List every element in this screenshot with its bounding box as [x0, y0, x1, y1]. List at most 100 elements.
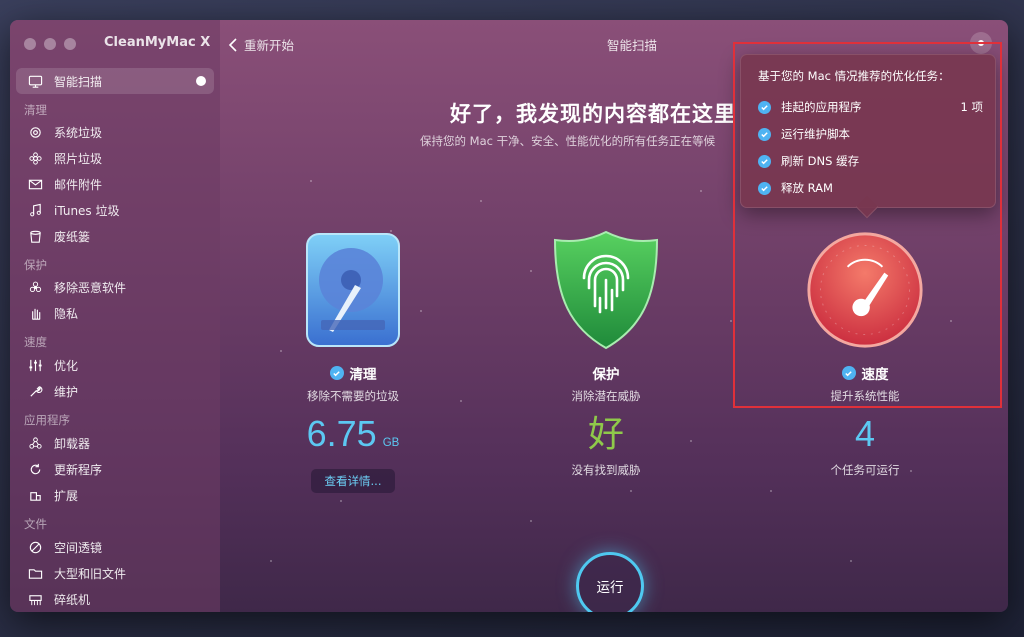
module-protect: 保护 消除潜在威胁 好 没有找到威胁 [516, 225, 696, 478]
sidebar-item-smart-scan[interactable]: 智能扫描 [16, 68, 214, 94]
task-label: 刷新 DNS 缓存 [781, 154, 860, 168]
assistant-dot-icon [978, 40, 984, 46]
sidebar-item-extensions[interactable]: 扩展 [16, 482, 214, 508]
module-title: 保护 [516, 363, 696, 383]
checkmark-icon[interactable] [758, 100, 771, 114]
shredder-icon [26, 590, 44, 608]
section-label-applications: 应用程序 [24, 413, 70, 427]
checkmark-icon[interactable] [758, 154, 771, 168]
sidebar-item-label: iTunes 垃圾 [54, 203, 120, 218]
sidebar-item-label: 移除恶意软件 [54, 280, 127, 295]
page-subline: 保持您的 Mac 干净、安全、性能优化的所有任务正在等候 [420, 134, 716, 148]
sidebar-item-label: 系统垃圾 [54, 125, 103, 140]
window-controls [24, 38, 76, 50]
task-item-flush-dns[interactable]: 刷新 DNS 缓存 [758, 153, 983, 169]
minimize-window-button[interactable] [44, 38, 56, 50]
task-item-maintenance-scripts[interactable]: 运行维护脚本 [758, 126, 983, 142]
sidebar-item-shredder[interactable]: 碎纸机 [16, 586, 214, 612]
junk-size-value: 6.75 [306, 413, 377, 454]
sidebar-item-photo-junk[interactable]: 照片垃圾 [16, 145, 214, 171]
section-label-protect: 保护 [24, 258, 47, 272]
sidebar-item-optimization[interactable]: 优化 [16, 352, 214, 378]
sidebar: CleanMyMac X 智能扫描 清理 系统垃圾 照片垃圾 邮件附件 iTun… [10, 20, 220, 612]
sidebar-item-uninstaller[interactable]: 卸载器 [16, 430, 214, 456]
recommended-tasks-popover: 基于您的 Mac 情况推荐的优化任务： 挂起的应用程序 1 项 运行维护脚本 刷… [740, 54, 996, 219]
extensions-icon [26, 486, 44, 504]
monitor-icon [26, 72, 44, 90]
task-count: 1 项 [960, 100, 983, 114]
flower-icon [26, 149, 44, 167]
sidebar-item-trash[interactable]: 废纸篓 [16, 223, 214, 249]
module-clean: 清理 移除不需要的垃圾 6.75 GB 查看详情... [263, 225, 443, 493]
module-value: 6.75 GB [263, 414, 443, 463]
sidebar-item-label: 智能扫描 [54, 74, 103, 89]
fingerprint-shield-icon [546, 225, 666, 355]
page-headline: 好了，我发现的内容都在这里 [450, 102, 736, 126]
sidebar-item-privacy[interactable]: 隐私 [16, 300, 214, 326]
sidebar-item-label: 更新程序 [54, 462, 103, 477]
module-title: 清理 [263, 363, 443, 383]
task-label: 释放 RAM [781, 181, 833, 195]
trash-icon [26, 227, 44, 245]
module-title-text: 速度 [861, 367, 889, 383]
sidebar-item-label: 扩展 [54, 488, 79, 503]
sidebar-item-mail-attachments[interactable]: 邮件附件 [16, 171, 214, 197]
update-arrow-icon [26, 460, 44, 478]
checkmark-icon[interactable] [329, 366, 344, 380]
view-details-button[interactable]: 查看详情... [311, 469, 395, 493]
module-subtitle: 提升系统性能 [830, 389, 900, 403]
sidebar-item-large-old-files[interactable]: 大型和旧文件 [16, 560, 214, 586]
lens-icon [26, 538, 44, 556]
hard-drive-icon [293, 225, 413, 355]
section-label-files: 文件 [24, 517, 47, 531]
sidebar-item-updater[interactable]: 更新程序 [16, 456, 214, 482]
sidebar-item-label: 维护 [54, 384, 79, 399]
sidebar-item-system-junk[interactable]: 系统垃圾 [16, 119, 214, 145]
app-title: CleanMyMac X [104, 35, 211, 50]
sidebar-item-itunes-junk[interactable]: iTunes 垃圾 [16, 197, 214, 223]
module-value: 4 [854, 413, 876, 454]
module-note: 个任务可运行 [830, 463, 900, 477]
sidebar-item-label: 废纸篓 [54, 229, 91, 244]
sidebar-item-label: 碎纸机 [54, 592, 91, 607]
sidebar-item-label: 大型和旧文件 [54, 566, 127, 581]
biohazard-icon [26, 278, 44, 296]
module-subtitle: 消除潜在威胁 [571, 389, 641, 403]
popover-arrow [855, 195, 879, 219]
wrench-icon [26, 382, 44, 400]
hand-icon [26, 304, 44, 322]
checkmark-icon[interactable] [841, 366, 856, 380]
module-subtitle: 移除不需要的垃圾 [307, 389, 399, 403]
module-title-text: 清理 [349, 367, 377, 383]
folder-icon [26, 564, 44, 582]
sidebar-item-malware-removal[interactable]: 移除恶意软件 [16, 274, 214, 300]
section-label-clean: 清理 [24, 103, 47, 117]
run-button[interactable]: 运行 [576, 552, 644, 612]
close-window-button[interactable] [24, 38, 36, 50]
music-note-icon [26, 201, 44, 219]
sidebar-item-label: 卸载器 [54, 436, 91, 451]
chevron-left-icon [228, 37, 237, 52]
task-item-free-ram[interactable]: 释放 RAM [758, 180, 983, 196]
module-speed: 速度 提升系统性能 4 个任务可运行 [775, 225, 955, 478]
sidebar-item-label: 照片垃圾 [54, 151, 103, 166]
sidebar-item-maintenance[interactable]: 维护 [16, 378, 214, 404]
junk-size-unit: GB [382, 437, 400, 449]
back-button[interactable]: 重新开始 [228, 35, 294, 54]
module-value: 好 [587, 413, 624, 454]
gear-icon [26, 123, 44, 141]
checkmark-icon[interactable] [758, 181, 771, 195]
status-dot [196, 76, 206, 86]
sidebar-item-space-lens[interactable]: 空间透镜 [16, 534, 214, 560]
module-note: 没有找到威胁 [571, 463, 641, 477]
checkmark-icon[interactable] [758, 127, 771, 141]
nodes-icon [26, 434, 44, 452]
sidebar-item-label: 空间透镜 [54, 540, 103, 555]
window-title: 智能扫描 [606, 38, 657, 53]
section-label-speed: 速度 [24, 335, 47, 349]
sliders-icon [26, 356, 44, 374]
task-label: 运行维护脚本 [781, 127, 850, 141]
assistant-button[interactable] [970, 32, 992, 54]
zoom-window-button[interactable] [64, 38, 76, 50]
task-item-hung-apps[interactable]: 挂起的应用程序 1 项 [758, 99, 983, 115]
